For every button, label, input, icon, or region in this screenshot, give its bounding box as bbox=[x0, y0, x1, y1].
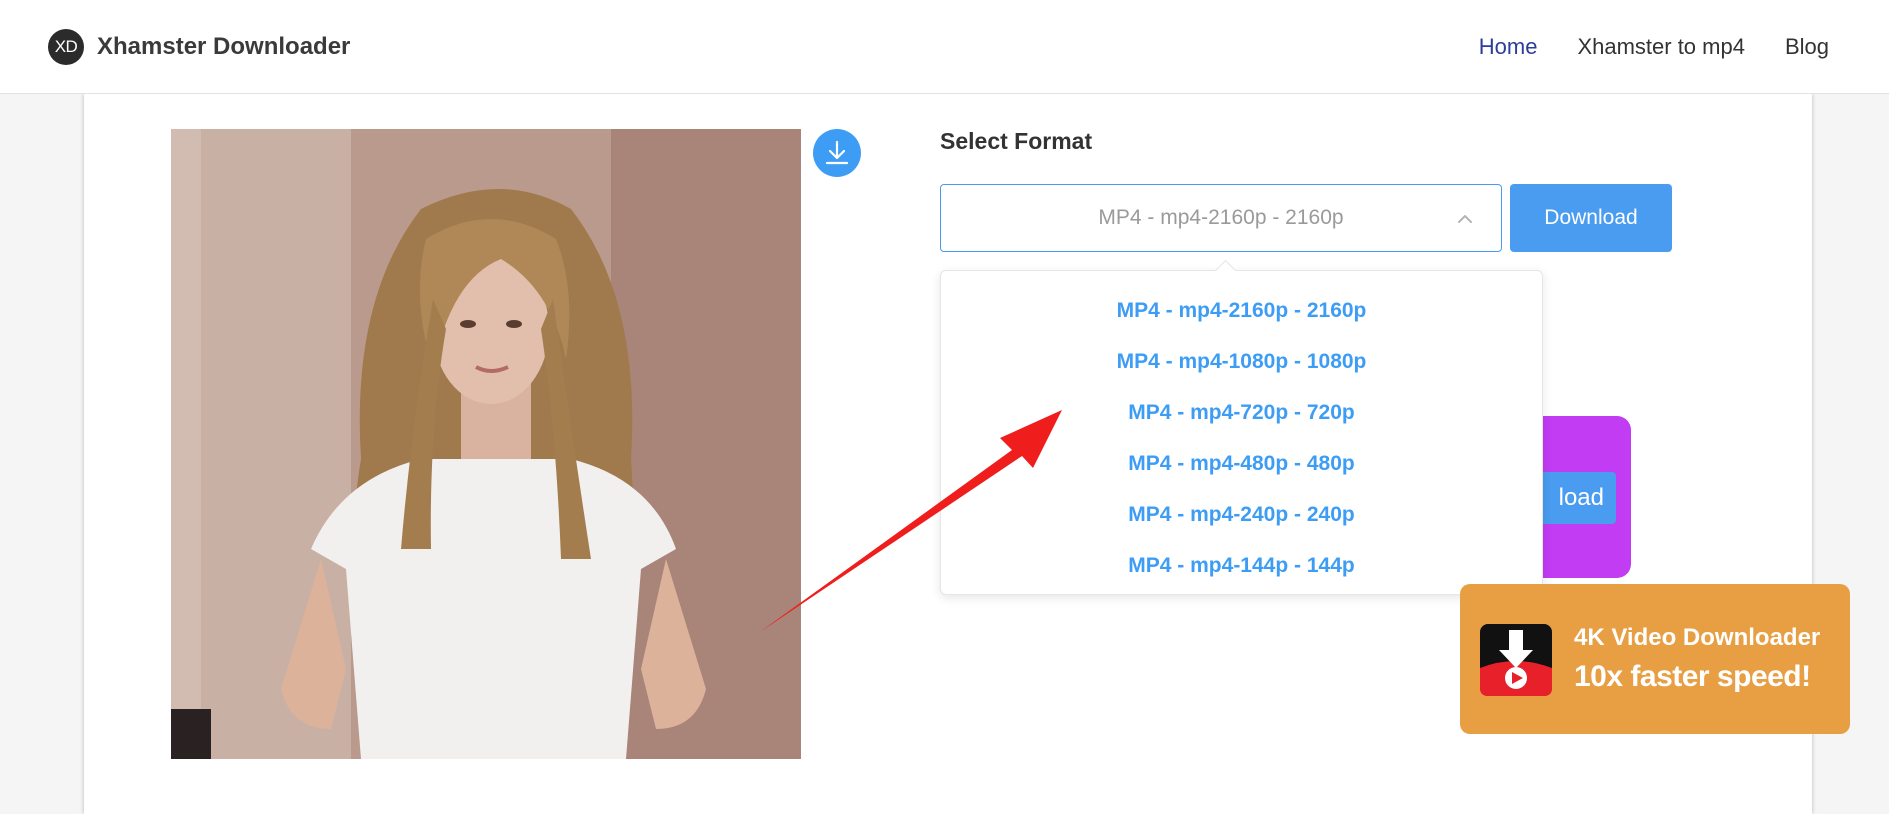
thumbnail-image bbox=[171, 129, 801, 759]
ad-subtitle: 10x faster speed! bbox=[1574, 660, 1811, 693]
download-icon bbox=[825, 140, 849, 165]
format-option[interactable]: MP4 - mp4-480p - 480p bbox=[941, 438, 1542, 489]
format-option[interactable]: MP4 - mp4-144p - 144p bbox=[941, 540, 1542, 591]
nav-xhamster-to-mp4[interactable]: Xhamster to mp4 bbox=[1577, 34, 1745, 60]
nav-blog[interactable]: Blog bbox=[1785, 34, 1829, 60]
nav-home[interactable]: Home bbox=[1479, 34, 1538, 60]
select-format-label: Select Format bbox=[940, 128, 1093, 154]
download-button[interactable]: Download bbox=[1510, 184, 1672, 252]
4k-downloader-ad[interactable]: 4K Video Downloader 10x faster speed! bbox=[1460, 584, 1850, 734]
4k-downloader-app-icon bbox=[1480, 624, 1552, 696]
format-option[interactable]: MP4 - mp4-1080p - 1080p bbox=[941, 336, 1542, 387]
format-option[interactable]: MP4 - mp4-240p - 240p bbox=[941, 489, 1542, 540]
format-option[interactable]: MP4 - mp4-720p - 720p bbox=[941, 387, 1542, 438]
format-option[interactable]: MP4 - mp4-2160p - 2160p bbox=[941, 285, 1542, 336]
video-thumbnail[interactable] bbox=[171, 129, 801, 759]
nav-links: Home Xhamster to mp4 Blog bbox=[1479, 34, 1829, 60]
top-navbar: XD Xhamster Downloader Home Xhamster to … bbox=[0, 0, 1889, 94]
brand-name: Xhamster Downloader bbox=[97, 32, 351, 60]
xd-logo-icon: XD bbox=[48, 28, 84, 65]
chevron-up-icon bbox=[1458, 215, 1472, 223]
format-select-value: MP4 - mp4-2160p - 2160p bbox=[1098, 206, 1344, 229]
ad-title: 4K Video Downloader bbox=[1574, 624, 1821, 651]
format-dropdown: MP4 - mp4-2160p - 2160p MP4 - mp4-1080p … bbox=[940, 270, 1543, 595]
format-select[interactable]: MP4 - mp4-2160p - 2160p bbox=[940, 184, 1502, 252]
brand[interactable]: XD Xhamster Downloader bbox=[48, 28, 351, 65]
download-circle-button[interactable] bbox=[813, 129, 861, 177]
